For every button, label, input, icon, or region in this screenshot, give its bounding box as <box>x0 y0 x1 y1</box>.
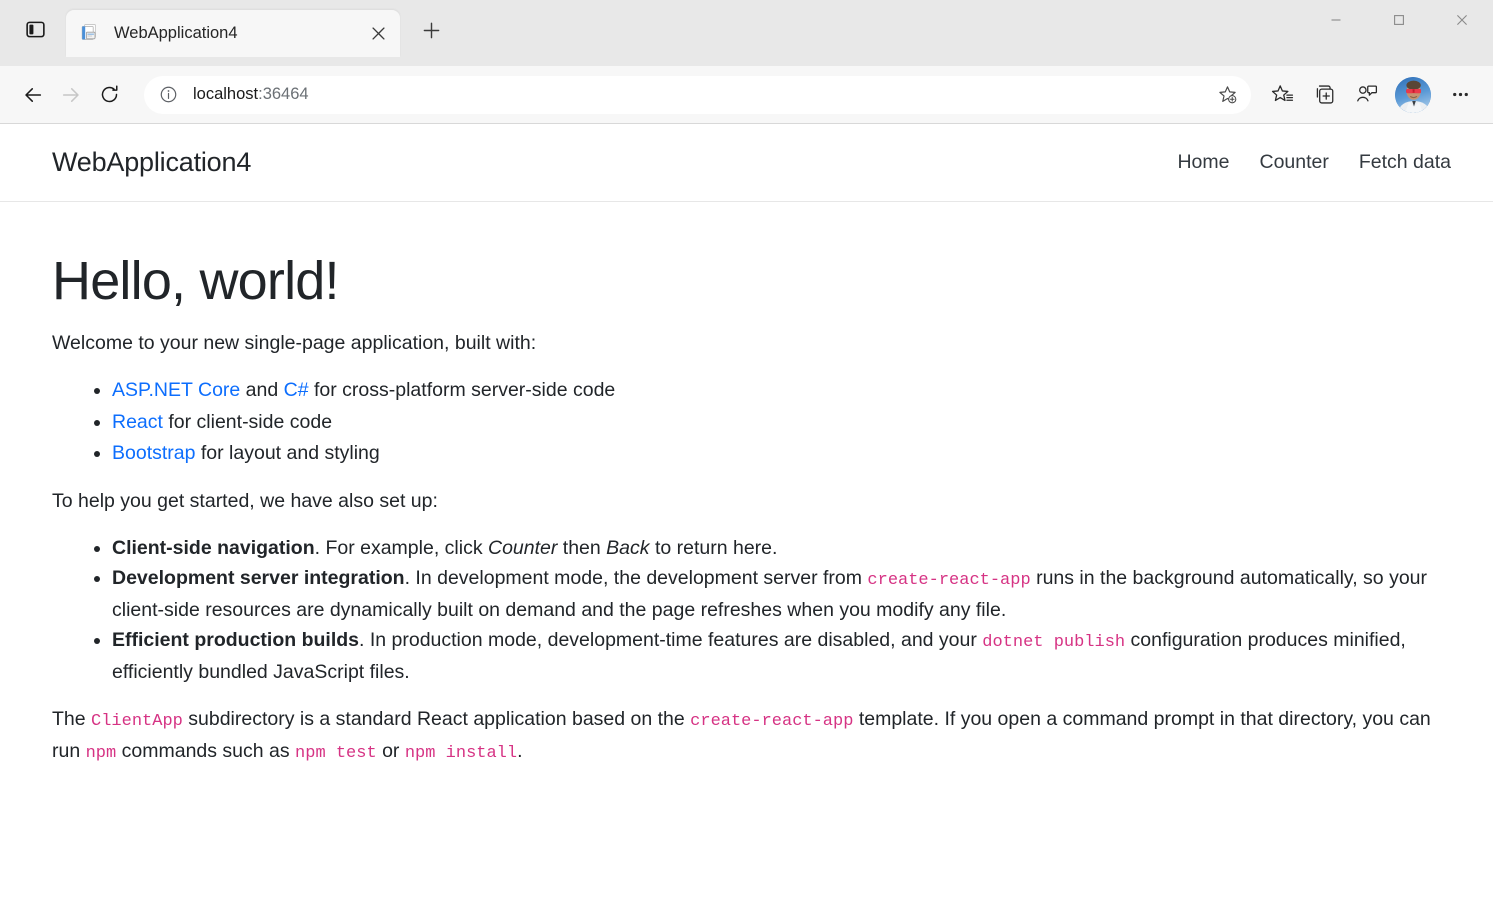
favorites-button[interactable] <box>1263 76 1301 114</box>
list-item: Client-side navigation. For example, cli… <box>112 533 1441 563</box>
toolbar-actions <box>1263 76 1479 114</box>
forward-arrow-icon <box>60 84 82 106</box>
browser-tab[interactable]: WebApplication4 <box>66 10 400 57</box>
list-item: React for client-side code <box>112 407 1441 437</box>
closing-p1: The <box>52 708 91 730</box>
list-item: Bootstrap for layout and styling <box>112 438 1441 468</box>
nav-link-fetch-data[interactable]: Fetch data <box>1359 151 1451 174</box>
closing-paragraph: The ClientApp subdirectory is a standard… <box>52 704 1441 767</box>
tab-search-icon-glyph <box>26 20 45 39</box>
code-npm-test: npm test <box>295 744 377 763</box>
feature-part1-2: . In production mode, development-time f… <box>359 629 982 651</box>
address-bar-text[interactable]: localhost:36464 <box>183 85 1210 104</box>
list-item: Efficient production builds. In producti… <box>112 625 1441 687</box>
feature-part1-0: . For example, click <box>315 537 488 559</box>
tech-tail-0: for cross-platform server-side code <box>309 379 616 401</box>
ellipsis-icon <box>1450 84 1471 105</box>
feature-em2-0: Back <box>606 537 649 559</box>
app-brand[interactable]: WebApplication4 <box>52 147 251 178</box>
info-circle-icon <box>159 85 178 104</box>
browser-essentials-icon <box>1355 83 1378 106</box>
app-navbar: WebApplication4 Home Counter Fetch data <box>0 124 1493 202</box>
forward-button[interactable] <box>52 76 90 114</box>
address-bar[interactable]: localhost:36464 <box>144 76 1251 114</box>
tech-list: ASP.NET Core and C# for cross-platform s… <box>52 375 1441 468</box>
url-rest: :36464 <box>258 85 308 103</box>
maximize-button[interactable] <box>1367 0 1430 40</box>
features-list: Client-side navigation. For example, cli… <box>52 533 1441 687</box>
minimize-button[interactable] <box>1304 0 1367 40</box>
setup-intro-paragraph: To help you get started, we have also se… <box>52 486 1441 516</box>
window-close-button[interactable] <box>1430 0 1493 40</box>
browser-essentials-button[interactable] <box>1347 76 1385 114</box>
refresh-button[interactable] <box>90 76 128 114</box>
closing-p4: commands such as <box>116 740 295 762</box>
web-document-icon <box>80 23 100 43</box>
code-create-react-app: create-react-app <box>867 571 1030 590</box>
page-viewport: WebApplication4 Home Counter Fetch data … <box>0 124 1493 911</box>
tech-tail-1: for client-side code <box>163 411 332 433</box>
close-icon <box>1456 14 1468 26</box>
back-arrow-icon <box>22 84 44 106</box>
app-nav-links: Home Counter Fetch data <box>1177 151 1451 174</box>
back-button[interactable] <box>14 76 52 114</box>
feature-em1-0: Counter <box>488 537 557 559</box>
page-content: Hello, world! Welcome to your new single… <box>0 202 1493 767</box>
feature-title-0: Client-side navigation <box>112 537 315 559</box>
link-bootstrap[interactable]: Bootstrap <box>112 442 195 464</box>
star-plus-icon <box>1217 84 1238 105</box>
code-npm-install: npm install <box>405 744 517 763</box>
maximize-icon <box>1393 14 1405 26</box>
code-create-react-app-2: create-react-app <box>690 712 853 731</box>
settings-and-more-button[interactable] <box>1441 76 1479 114</box>
tech-mid-0: and <box>240 379 283 401</box>
code-npm: npm <box>86 744 117 763</box>
link-csharp[interactable]: C# <box>284 379 309 401</box>
feature-part1-1: . In development mode, the development s… <box>405 567 868 589</box>
refresh-icon <box>99 84 120 105</box>
collections-icon <box>1313 83 1336 106</box>
closing-p6: . <box>517 740 522 762</box>
add-favorite-button[interactable] <box>1210 78 1244 112</box>
browser-window: WebApplication4 <box>0 0 1493 911</box>
window-controls <box>1304 0 1493 40</box>
tab-close-icon[interactable] <box>364 19 392 47</box>
tech-tail-2: for layout and styling <box>195 442 379 464</box>
nav-link-home[interactable]: Home <box>1177 151 1229 174</box>
tab-search-icon[interactable] <box>12 6 58 52</box>
link-react[interactable]: React <box>112 411 163 433</box>
feature-part3-0: to return here. <box>650 537 778 559</box>
feature-title-2: Efficient production builds <box>112 629 359 651</box>
tab-strip: WebApplication4 <box>0 0 1493 66</box>
favorites-star-list-icon <box>1271 83 1294 106</box>
new-tab-button[interactable] <box>412 12 450 50</box>
collections-button[interactable] <box>1305 76 1343 114</box>
feature-title-1: Development server integration <box>112 567 405 589</box>
page-heading: Hello, world! <box>52 250 1441 312</box>
browser-toolbar: localhost:36464 <box>0 66 1493 124</box>
site-info-icon[interactable] <box>153 80 183 110</box>
url-host: localhost <box>193 85 258 103</box>
closing-p5: or <box>377 740 405 762</box>
link-aspnet-core[interactable]: ASP.NET Core <box>112 379 240 401</box>
minimize-icon <box>1330 14 1342 26</box>
feature-part2-0: then <box>557 537 606 559</box>
nav-link-counter[interactable]: Counter <box>1259 151 1328 174</box>
profile-avatar[interactable] <box>1395 77 1431 113</box>
list-item: ASP.NET Core and C# for cross-platform s… <box>112 375 1441 405</box>
tab-title: WebApplication4 <box>114 24 364 43</box>
profile-avatar-image <box>1395 77 1431 113</box>
closing-p2: subdirectory is a standard React applica… <box>183 708 690 730</box>
close-icon-glyph <box>372 27 385 40</box>
list-item: Development server integration. In devel… <box>112 563 1441 625</box>
code-clientapp: ClientApp <box>91 712 183 731</box>
intro-paragraph: Welcome to your new single-page applicat… <box>52 328 1441 358</box>
code-dotnet-publish: dotnet publish <box>982 633 1125 652</box>
plus-icon <box>423 22 440 39</box>
